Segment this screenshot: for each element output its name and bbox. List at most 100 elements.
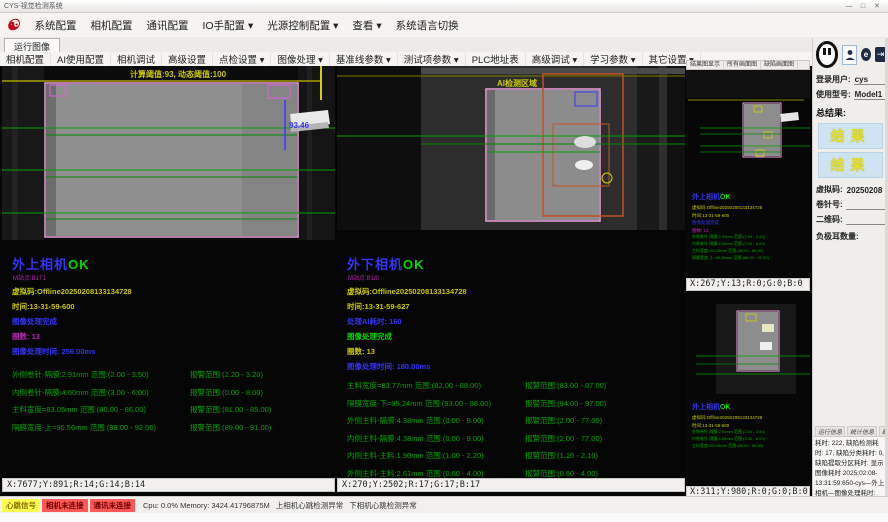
measurement-row: 主料宽度=83.77mm 范围:(82.00 - 88.00)报警范围:(83.… (347, 380, 667, 391)
pause-button[interactable] (816, 41, 838, 68)
tab-count-label: 负极耳数量: (813, 227, 888, 242)
thumbnail-2-image (686, 294, 810, 400)
station-label: M站点:B1/0 (348, 273, 667, 282)
ai-region-label: AI检测区域 (497, 78, 537, 88)
info-e-icon[interactable]: e (861, 48, 871, 61)
close-button[interactable]: ✕ (870, 2, 884, 10)
tab-run-image[interactable]: 运行图像 (4, 38, 60, 53)
menu-view[interactable]: 查看 ▾ (345, 16, 388, 35)
result-box-upper: 结果 (818, 123, 883, 149)
tab-row: 运行图像 (0, 37, 888, 53)
turns-line: 圈数: 13 (347, 346, 667, 357)
menu-io-config[interactable]: IO手配置 ▾ (195, 16, 260, 35)
lower-camera-panel: AI检测区域 外下相机OK M站点:B1/0 虚拟码:Offline202502… (337, 66, 685, 496)
measurement-row: 内侧卷针-隔膜:4.60mm 范围:(3.00 - 6.00)报警范围:(0.0… (12, 387, 332, 398)
virtual-code-value: 20250208 (846, 186, 885, 195)
barcode-line: 虚拟码:Offline20250208133134728 (347, 286, 667, 297)
pin-number-value (846, 200, 885, 210)
tool-plc-table[interactable]: PLC地址表 (466, 52, 526, 66)
window-title: CYS-视觉检测系统 (4, 1, 63, 11)
qr-code-label: 二维码: (816, 214, 843, 225)
result-thumbnail-column: 结果图显示 所有画面图 缺陷画面图 外上相机OK (686, 60, 810, 496)
tab-defect-frames[interactable]: 缺陷画面图 (761, 61, 798, 69)
camera-disconnected-badge: 相机未连接 (42, 499, 88, 512)
measurement-row: 主料宽度=83.05mm 范围:(80.00 - 86.00)报警范围:(81.… (12, 404, 332, 415)
upper-camera-alert: 上相机心跳检测异常 (276, 500, 344, 511)
app-window: CYS-视觉检测系统 — □ ✕ ☯ 系统配置 相机配置 通讯配置 IO手配置 … (0, 0, 888, 522)
lower-camera-alert: 下相机心跳检测异常 (349, 500, 417, 511)
virtual-code-row: 虚拟码: 20250208 (813, 182, 888, 197)
lower-camera-results: 外下相机OK M站点:B1/0 虚拟码:Offline2025020813313… (347, 254, 667, 485)
user-button[interactable] (842, 45, 857, 65)
measurement-row: 内侧主料-主料:1.90mm 范围:(1.00 - 2.20)报警范围:(1.1… (347, 450, 667, 461)
thumbnail-1-coordbar: X:267;Y:13;R:0;G:0;B:0 (686, 278, 810, 291)
thumbnail-1-image (686, 70, 810, 190)
tool-ai-config[interactable]: AI使用配置 (51, 52, 111, 66)
lower-camera-image[interactable]: AI检测区域 (337, 66, 685, 230)
upper-camera-image[interactable]: 93.46 计算阈值:93, 动态阈值:100 (2, 66, 335, 240)
lower-camera-coordbar: X:270;Y:2502;R:17;G:17;B:17 (337, 478, 685, 492)
menu-camera-config[interactable]: 相机配置 (83, 16, 139, 35)
bright-tab-spot (575, 160, 593, 170)
measurement-row: 内侧主料-隔膜:4.38mm 范围:(0.00 - 9.00)报警范围:(2.0… (347, 433, 667, 444)
run-log-text[interactable]: 耗时: 222, 缺陷检测耗时: 17, 缺陷分类耗时: 0, 缺陷提取分区耗时… (813, 436, 888, 496)
tool-image-processing[interactable]: 图像处理 ▾ (271, 52, 329, 66)
camera-name-label: 外上相机 (12, 257, 68, 272)
tool-baseline-params[interactable]: 基准线参数 ▾ (330, 52, 398, 66)
result-ok-label: OK (68, 257, 90, 272)
menu-language[interactable]: 系统语言切换 (389, 16, 466, 35)
measurement-list: 主料宽度=83.77mm 范围:(82.00 - 88.00)报警范围:(83.… (347, 380, 667, 479)
comm-disconnected-badge: 通讯未连接 (90, 499, 136, 512)
menu-system-config[interactable]: 系统配置 (27, 16, 83, 35)
tool-advanced-settings[interactable]: 高级设置 (162, 52, 213, 66)
model-row: 使用型号: Model1 (813, 87, 888, 102)
tool-advanced-debug[interactable]: 高级调试 ▾ (526, 52, 584, 66)
maximize-button[interactable]: □ (856, 3, 870, 10)
threshold-overlay-label: 计算阈值:93, 动态阈值:100 (130, 69, 227, 79)
tab-all-frames[interactable]: 所有画面图 (724, 61, 761, 69)
tool-camera-debug[interactable]: 相机调试 (111, 52, 162, 66)
thumbnail-1[interactable]: 外上相机OK 虚拟码:Offline20250208133134728 时间:1… (686, 70, 810, 278)
process-time-line: 图像处理时间: 256.00ms (12, 346, 332, 357)
upper-camera-coordbar: X:7677;Y:891;R:14;G:14;B:14 (2, 478, 335, 492)
thumbnail-2[interactable]: 外上相机OK 虚拟码:Offline20250208133134728 时间:1… (686, 294, 810, 486)
app-logo-icon: ☯ (0, 16, 27, 35)
status-bar: 心跳信号 相机未连接 通讯未连接 Cpu: 0.0% Memory: 3424.… (0, 496, 888, 513)
total-result-label: 总结果: (813, 102, 888, 120)
station-label: M站点:B1T1 (13, 273, 332, 282)
time-line: 时间:13-31-59-627 (347, 301, 667, 312)
process-done-line: 图像处理完成 (12, 316, 332, 327)
process-time-line: 图像处理时间: 180.00ms (347, 361, 667, 372)
tool-camera-config[interactable]: 相机配置 (0, 52, 51, 66)
tool-learn-params[interactable]: 学习参数 ▾ (584, 52, 642, 66)
login-user-value: cys (854, 75, 885, 85)
heartbeat-badge: 心跳信号 (2, 499, 40, 512)
thumbnail-tabs: 结果图显示 所有画面图 缺陷画面图 (686, 60, 810, 70)
tab-result-image[interactable]: 结果图显示 (687, 61, 724, 69)
camera-name-label: 外下相机 (347, 257, 403, 272)
measurement-row: 外侧卷针-隔膜:2.91mm 范围:(2.00 - 3.50)报警范围:(2.2… (12, 369, 332, 380)
virtual-code-label: 虚拟码: (816, 184, 843, 195)
thumbnail-1-text: 外上相机OK 虚拟码:Offline20250208133134728 时间:1… (692, 192, 769, 262)
measurement-list: 外侧卷针-隔膜:2.91mm 范围:(2.00 - 3.50)报警范围:(2.2… (12, 369, 332, 433)
thumbnail-2-text: 外上相机OK 虚拟码:Offline20250208133134728 时间:1… (692, 402, 765, 450)
login-user-row: 登录用户: cys (813, 72, 888, 87)
qr-code-value (846, 215, 885, 225)
measurement-row: 外侧主料-隔膜:4.38mm 范围:(0.00 - 9.00)报警范围:(2.0… (347, 415, 667, 426)
menu-comm-config[interactable]: 通讯配置 (139, 16, 195, 35)
ai-time-line: 处理AI耗时: 160 (347, 316, 667, 327)
minimize-button[interactable]: — (842, 3, 856, 10)
login-user-label: 登录用户: (816, 74, 851, 85)
tool-spot-check[interactable]: 点检设置 ▾ (213, 52, 271, 66)
menu-light-control[interactable]: 光源控制配置 ▾ (260, 16, 345, 35)
measurement-row: 隔膜宽度-上=90.56mm 范围:(88.00 - 92.00)报警范围:(8… (12, 422, 332, 433)
pin-number-label: 卷针号: (816, 199, 843, 210)
cpu-memory-readout: Cpu: 0.0% Memory: 3424.41796875M (143, 501, 270, 510)
bright-tab-spot (574, 136, 596, 148)
qr-code-row: 二维码: (813, 212, 888, 227)
model-label: 使用型号: (816, 89, 851, 100)
result-box-lower: 结果 (818, 152, 883, 178)
tool-test-params[interactable]: 测试项参数 ▾ (398, 52, 466, 66)
upper-camera-results: 外上相机OK M站点:B1T1 虚拟码:Offline2025020813313… (12, 254, 332, 439)
right-sidebar: e ⇥ 登录用户: cys 使用型号: Model1 总结果: 结果 结果 虚拟… (812, 38, 888, 496)
